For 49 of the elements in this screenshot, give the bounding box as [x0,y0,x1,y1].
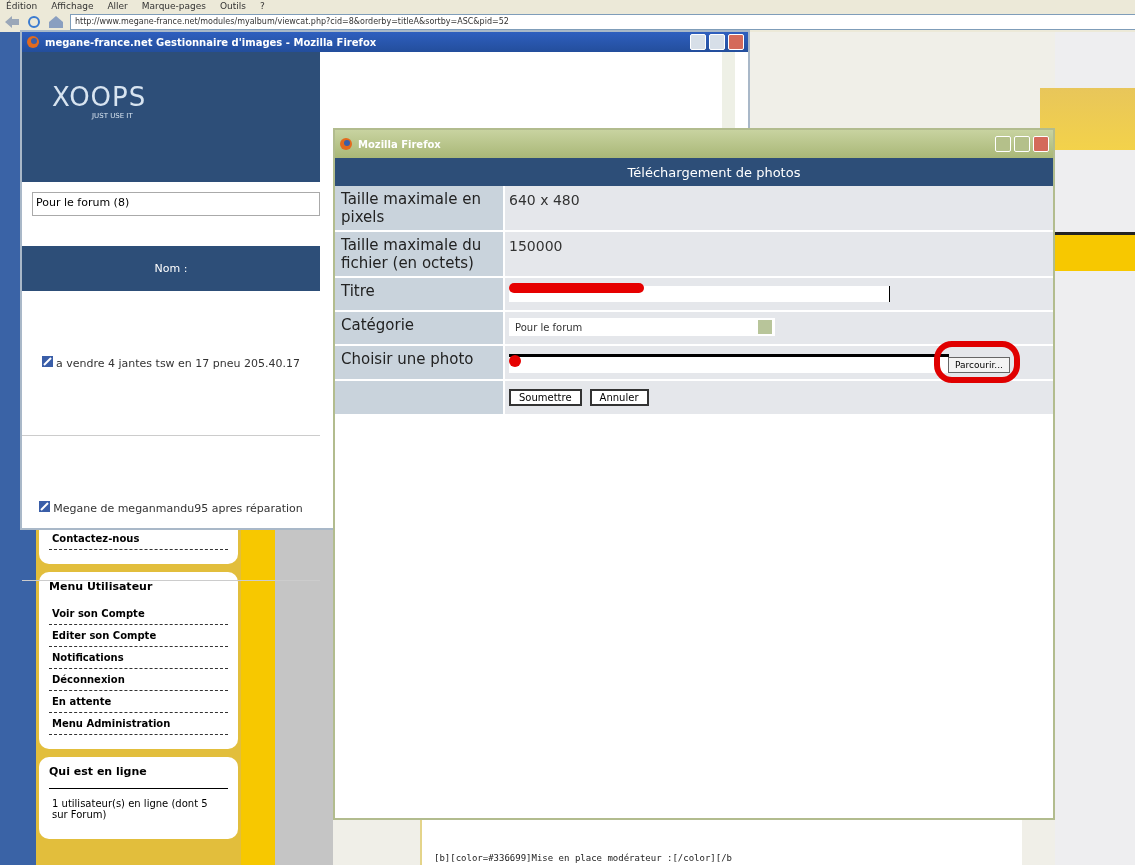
menu-item[interactable]: Édition [6,0,38,12]
sidebar-link[interactable]: En attente [49,691,228,713]
menu-item[interactable]: Aller [107,0,128,12]
form-header: Téléchargement de photos [335,158,1053,186]
form-value: 150000 [509,238,563,254]
sidebar-link[interactable]: Voir son Compte [49,603,228,625]
minimize-button[interactable] [995,136,1011,152]
firefox-icon [339,137,353,151]
form-label: Catégorie [335,312,505,346]
sidebar-link[interactable]: Editer son Compte [49,625,228,647]
edit-icon [39,501,51,512]
form-label: Taille maximale du fichier (en octets) [335,232,505,278]
image-link[interactable]: Megane de meganmandu95 apres réparation [36,501,306,515]
category-select[interactable]: Pour le forum (8) [32,192,320,216]
close-button[interactable] [1033,136,1049,152]
window-title: Mozilla Firefox [358,138,441,150]
menu-item[interactable]: Marque-pages [141,0,207,12]
menu-item[interactable]: Outils [220,0,247,12]
browse-button[interactable]: Parcourir... [948,356,1010,373]
form-button[interactable]: Soumettre [509,389,582,406]
image-link[interactable]: a vendre 4 jantes tsw en 17 pneu 205.40.17 [36,356,306,370]
category-select[interactable]: Pour le forum [509,318,775,336]
form-label: Choisir une photo [335,346,505,381]
sidebar-link[interactable]: 1 utilisateur(s) en ligne (dont 5 sur Forum) [49,793,228,825]
maximize-button[interactable] [1014,136,1030,152]
edit-icon [42,356,53,367]
file-input[interactable] [509,354,949,373]
title-input[interactable] [509,286,890,302]
minimize-button[interactable] [690,34,706,50]
menu-item[interactable]: Affichage [51,0,94,12]
reload-icon[interactable] [26,15,42,29]
block-title: Menu Utilisateur [49,580,154,595]
block-title: Qui est en ligne [49,765,228,789]
close-button[interactable] [728,34,744,50]
sidebar-link[interactable]: Notifications [49,647,228,669]
firefox-icon [26,35,40,49]
sidebar-link[interactable]: Menu Administration [49,713,228,735]
message-text: [b][color=#336699]Mise en place modérateur :[/color][/b [434,853,732,863]
logo-text: XOOPS [52,82,148,112]
back-arrow-icon[interactable] [4,15,20,29]
form-label: Titre [335,278,505,312]
address-field[interactable]: http://www.megane-france.net/modules/myalbum/viewcat.php?cid=8&orderby=titleA&sortby=ASC&pid=52 [70,14,1135,30]
column-header: Nom : [22,246,320,291]
form-button[interactable]: Annuler [589,389,649,406]
form-label: Taille maximale en pixels [335,186,505,232]
menu-item[interactable]: ? [260,0,265,12]
window-title: megane-france.net Gestionnaire d'images - Mozilla Firefox [45,36,377,48]
form-value: 640 x 480 [509,192,580,208]
sidebar-link[interactable]: Déconnexion [49,669,228,691]
